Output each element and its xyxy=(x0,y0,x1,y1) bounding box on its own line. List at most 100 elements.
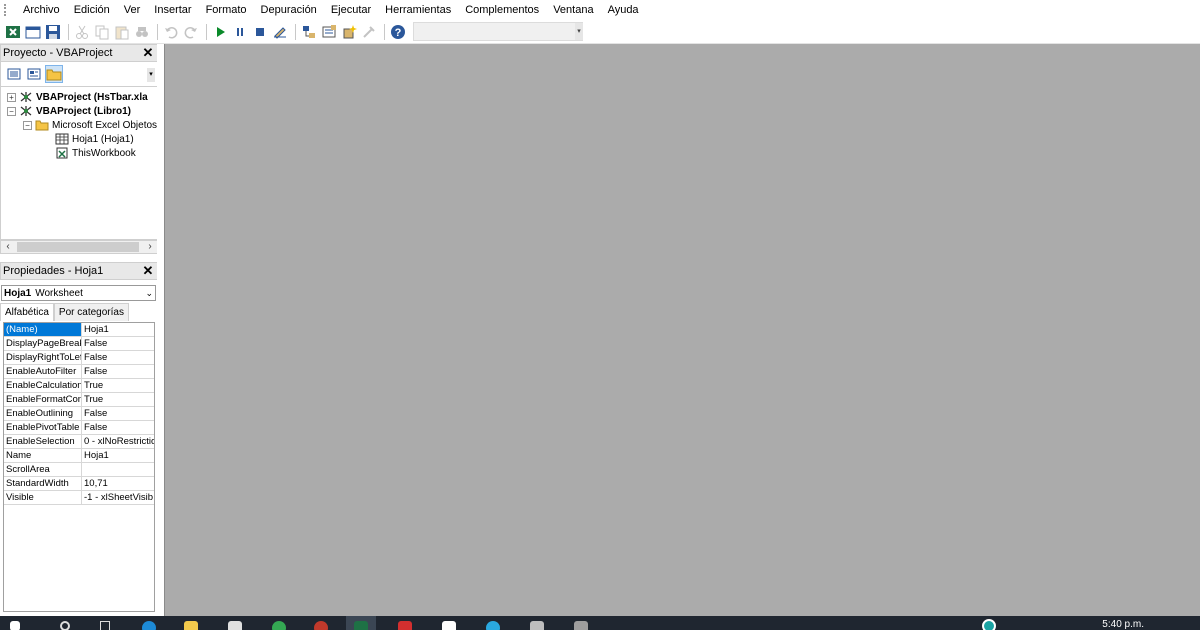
menu-insertar[interactable]: Insertar xyxy=(147,0,198,20)
collapse-icon[interactable]: − xyxy=(23,120,32,130)
menu-depuracion[interactable]: Depuración xyxy=(254,0,324,20)
start-icon[interactable] xyxy=(10,621,20,630)
table-row[interactable]: Name Hoja1 xyxy=(4,449,154,463)
menu-edicion[interactable]: Edición xyxy=(67,0,117,20)
reset-button[interactable] xyxy=(251,23,269,41)
properties-pane-close-button[interactable]: ✕ xyxy=(141,264,155,278)
help-button[interactable]: ? xyxy=(389,23,407,41)
view-code-button[interactable] xyxy=(5,65,23,83)
menu-ventana[interactable]: Ventana xyxy=(546,0,600,20)
pane-splitter[interactable] xyxy=(157,44,163,616)
table-row[interactable]: DisplayPageBreak False xyxy=(4,337,154,351)
file-explorer-icon[interactable] xyxy=(184,621,198,630)
save-button[interactable] xyxy=(44,23,62,41)
scroll-left-icon[interactable]: ‹ xyxy=(1,241,15,253)
undo-button[interactable] xyxy=(162,23,180,41)
design-mode-button[interactable] xyxy=(271,23,289,41)
table-row[interactable]: (Name) Hoja1 xyxy=(4,323,154,337)
app-icon[interactable] xyxy=(486,621,500,630)
insert-userform-button[interactable] xyxy=(24,23,42,41)
project-toolbar-dropdown[interactable]: ▾ xyxy=(147,68,155,82)
notification-icon[interactable] xyxy=(982,619,996,630)
property-value[interactable]: True xyxy=(82,393,154,406)
table-row[interactable]: EnablePivotTable False xyxy=(4,421,154,435)
menu-herramientas[interactable]: Herramientas xyxy=(378,0,458,20)
property-value[interactable]: Hoja1 xyxy=(82,323,154,336)
expand-icon[interactable]: + xyxy=(7,92,16,102)
menu-ejecutar[interactable]: Ejecutar xyxy=(324,0,378,20)
scroll-right-icon[interactable]: › xyxy=(143,241,157,253)
object-selector-dropdown[interactable]: Hoja1 Worksheet ⌄ xyxy=(1,285,156,301)
tab-por-categorias[interactable]: Por categorías xyxy=(53,303,129,321)
app-icon[interactable] xyxy=(398,621,412,630)
menu-complementos[interactable]: Complementos xyxy=(458,0,546,20)
table-row[interactable]: StandardWidth 10,71 xyxy=(4,477,154,491)
run-button[interactable] xyxy=(211,23,229,41)
app-icon[interactable] xyxy=(530,621,544,630)
property-name: EnableFormatCon xyxy=(6,393,82,406)
task-view-icon[interactable] xyxy=(100,621,110,630)
property-value[interactable]: False xyxy=(82,365,154,378)
property-value[interactable]: False xyxy=(82,351,154,364)
properties-window-button[interactable] xyxy=(320,23,338,41)
toggle-folders-button[interactable] xyxy=(45,65,63,83)
table-row[interactable]: EnableCalculation True xyxy=(4,379,154,393)
toolbox-button[interactable] xyxy=(360,23,378,41)
property-value[interactable]: True xyxy=(82,379,154,392)
table-row[interactable]: Visible -1 - xlSheetVisib xyxy=(4,491,154,505)
menu-grip[interactable] xyxy=(4,4,8,16)
table-row[interactable]: EnableFormatCon True xyxy=(4,393,154,407)
redo-button[interactable] xyxy=(182,23,200,41)
table-row[interactable]: EnableAutoFilter False xyxy=(4,365,154,379)
property-value[interactable]: 0 - xlNoRestrictio xyxy=(82,435,154,448)
copy-button[interactable] xyxy=(93,23,111,41)
property-value[interactable] xyxy=(82,463,154,476)
taskbar-clock[interactable]: 5:40 p.m. xyxy=(1102,619,1144,630)
table-row[interactable]: EnableOutlining False xyxy=(4,407,154,421)
property-name: Name xyxy=(4,449,82,462)
edge-icon[interactable] xyxy=(142,621,156,630)
menu-ayuda[interactable]: Ayuda xyxy=(601,0,646,20)
cursor-position-box: ▾ xyxy=(413,22,583,41)
tab-alfabetica[interactable]: Alfabética xyxy=(0,303,54,321)
table-row[interactable]: DisplayRightToLef False xyxy=(4,351,154,365)
project-tree-hscrollbar[interactable]: ‹ › xyxy=(0,240,158,254)
tree-node-project2[interactable]: − VBAProject (Libro1) xyxy=(7,104,131,118)
excel-taskbar-icon[interactable] xyxy=(354,621,368,630)
tree-node-project1[interactable]: + VBAProject (HsTbar.xla xyxy=(7,90,148,104)
tree-node-sheet1[interactable]: Hoja1 (Hoja1) xyxy=(55,132,134,146)
project-pane-close-button[interactable]: ✕ xyxy=(141,46,155,60)
menu-archivo[interactable]: Archivo xyxy=(16,0,67,20)
chrome-icon[interactable] xyxy=(272,621,286,630)
cut-button[interactable] xyxy=(73,23,91,41)
property-value[interactable]: Hoja1 xyxy=(82,449,154,462)
toolbar-options-dropdown[interactable]: ▾ xyxy=(575,23,583,40)
app-icon[interactable] xyxy=(314,621,328,630)
property-value[interactable]: 10,71 xyxy=(82,477,154,490)
view-excel-button[interactable] xyxy=(4,23,22,41)
app-icon[interactable] xyxy=(442,621,456,630)
view-object-button[interactable] xyxy=(25,65,43,83)
code-window-area[interactable] xyxy=(164,44,1200,616)
property-value[interactable]: False xyxy=(82,407,154,420)
menu-ver[interactable]: Ver xyxy=(117,0,148,20)
table-row[interactable]: ScrollArea xyxy=(4,463,154,477)
break-button[interactable] xyxy=(231,23,249,41)
tree-node-excel-objects[interactable]: − Microsoft Excel Objetos xyxy=(23,118,157,132)
menu-formato[interactable]: Formato xyxy=(199,0,254,20)
app-icon[interactable] xyxy=(574,621,588,630)
search-icon[interactable] xyxy=(60,621,70,630)
project-explorer-button[interactable] xyxy=(300,23,318,41)
property-value[interactable]: False xyxy=(82,421,154,434)
paste-button[interactable] xyxy=(113,23,131,41)
play-icon xyxy=(217,26,225,37)
object-browser-button[interactable] xyxy=(340,23,358,41)
property-value[interactable]: -1 - xlSheetVisib xyxy=(82,491,154,504)
property-value[interactable]: False xyxy=(82,337,154,350)
scroll-thumb[interactable] xyxy=(17,242,139,252)
tree-node-thisworkbook[interactable]: ThisWorkbook xyxy=(55,146,136,160)
table-row[interactable]: EnableSelection 0 - xlNoRestrictio xyxy=(4,435,154,449)
store-icon[interactable] xyxy=(228,621,242,630)
find-button[interactable] xyxy=(133,23,151,41)
collapse-icon[interactable]: − xyxy=(7,106,16,116)
